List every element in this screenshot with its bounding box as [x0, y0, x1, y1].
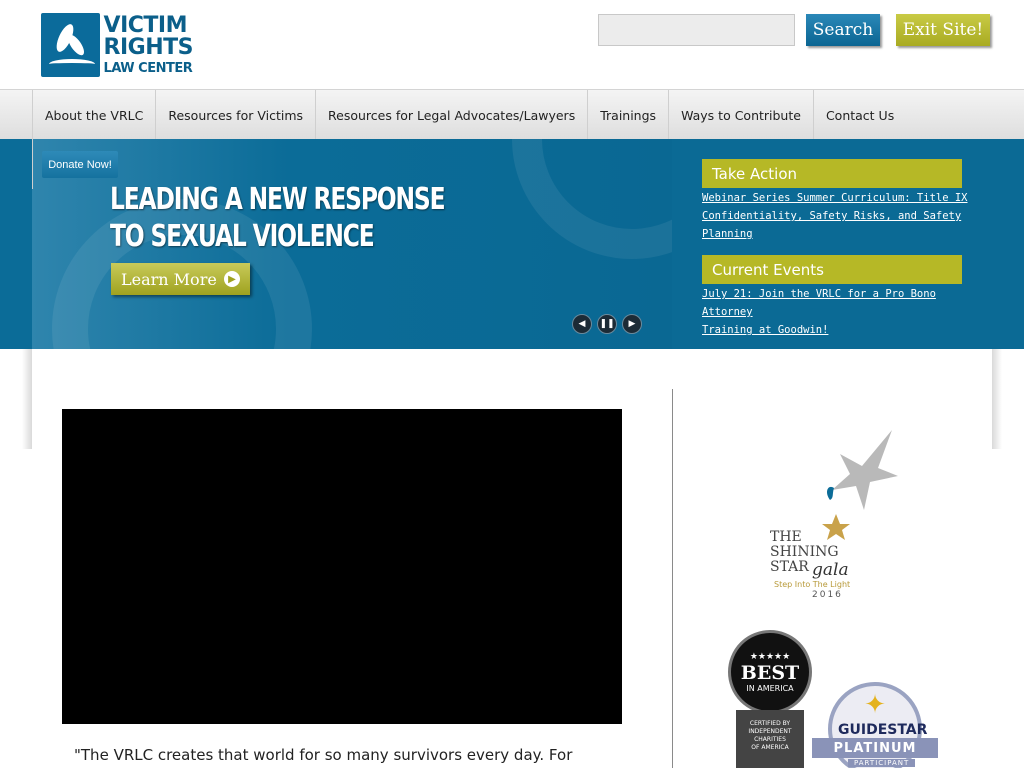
- vrlc-logo[interactable]: VICTIM RIGHTS LAW CENTER: [41, 13, 194, 77]
- logo-text: VICTIM RIGHTS LAW CENTER: [103, 13, 194, 77]
- nav-item-resources-victims[interactable]: Resources for Victims: [155, 90, 315, 140]
- content-shadow: [992, 349, 1002, 449]
- logo-line-3: LAW CENTER: [103, 61, 193, 76]
- shining-star-gala-logo[interactable]: THE SHINING STAR gala Step Into The Ligh…: [760, 430, 910, 605]
- take-action-link[interactable]: Webinar Series Summer Curriculum: Title …: [702, 189, 972, 243]
- logo-line-1: VICTIM: [103, 13, 188, 38]
- hero-banner: Donate Now! LEADING A NEW RESPONSE TO SE…: [0, 139, 1024, 349]
- nav-item-resources-advocates[interactable]: Resources for Legal Advocates/Lawyers: [315, 90, 587, 140]
- guidestar-name: GUIDESTAR: [838, 722, 928, 738]
- nav-list: About the VRLC Resources for Victims Res…: [32, 90, 906, 140]
- guidestar-badge[interactable]: ✦ GUIDESTAR PLATINUM PARTICIPANT: [812, 682, 938, 768]
- sprout-icon: [41, 13, 100, 77]
- prev-icon[interactable]: ◀: [572, 314, 592, 334]
- arrow-right-icon: ▶: [224, 271, 240, 287]
- video-player[interactable]: [62, 409, 622, 724]
- best-label: BEST: [740, 661, 800, 684]
- ribbon-line-3: CHARITIES: [754, 736, 786, 743]
- content-shadow: [22, 349, 32, 449]
- nav-item-contact[interactable]: Contact Us: [812, 90, 906, 140]
- hero-sidebar: Take Action Webinar Series Summer Curric…: [672, 139, 1024, 349]
- pause-icon[interactable]: ❚❚: [597, 314, 617, 334]
- current-events-heading: Current Events: [702, 255, 962, 284]
- logo-line-2: RIGHTS: [103, 35, 194, 60]
- testimonial-quote: "The VRLC creates that world for so many…: [74, 746, 573, 764]
- ribbon-line-1: CERTIFIED BY: [749, 720, 791, 727]
- guidestar-star-icon: ✦: [864, 690, 886, 720]
- ribbon-line-4: OF AMERICA: [751, 744, 789, 751]
- current-events-link[interactable]: July 21: Join the VRLC for a Pro Bono At…: [702, 285, 972, 339]
- stars-icon: ★★★★★: [749, 651, 791, 662]
- learn-more-label: Learn More: [121, 269, 217, 289]
- gala-title-line-1: THE: [770, 529, 802, 545]
- learn-more-button[interactable]: Learn More ▶: [111, 263, 250, 295]
- gala-script: gala: [812, 560, 849, 580]
- take-action-link-line-2: Confidentiality, Safety Risks, and Safet…: [702, 210, 962, 222]
- gala-year: 2016: [812, 590, 843, 600]
- gala-tagline: Step Into The Light: [774, 580, 851, 589]
- search-button[interactable]: Search: [806, 14, 880, 46]
- current-events-link-line-1: July 21: Join the VRLC for a Pro Bono At…: [702, 288, 936, 318]
- next-icon[interactable]: ▶: [622, 314, 642, 334]
- nav-divider: [32, 139, 33, 189]
- hero-headline: LEADING A NEW RESPONSE TO SEXUAL VIOLENC…: [110, 181, 446, 255]
- main-nav: About the VRLC Resources for Victims Res…: [0, 89, 1024, 140]
- take-action-link-line-1: Webinar Series Summer Curriculum: Title …: [702, 192, 968, 204]
- in-america-label: IN AMERICA: [746, 683, 794, 693]
- decorative-swirl: [512, 139, 672, 259]
- exit-site-button[interactable]: Exit Site!: [896, 14, 990, 46]
- best-in-america-badge[interactable]: ★★★★★ BEST IN AMERICA CERTIFIED BY INDEP…: [726, 630, 814, 768]
- star-figure-icon: [822, 430, 898, 540]
- search-input[interactable]: [598, 14, 795, 46]
- nav-item-trainings[interactable]: Trainings: [587, 90, 668, 140]
- hero-headline-line-2: TO SEXUAL VIOLENCE: [110, 219, 375, 254]
- column-divider: [672, 389, 673, 768]
- guidestar-level: PLATINUM: [812, 738, 938, 758]
- take-action-link-line-3: Planning: [702, 228, 753, 240]
- best-ribbon: CERTIFIED BY INDEPENDENT CHARITIES OF AM…: [736, 710, 804, 768]
- site-header: VICTIM RIGHTS LAW CENTER Search Exit Sit…: [0, 0, 1024, 89]
- take-action-heading: Take Action: [702, 159, 962, 188]
- nav-item-about[interactable]: About the VRLC: [32, 90, 155, 140]
- gala-title-line-2: SHINING: [770, 544, 839, 560]
- hero-headline-line-1: LEADING A NEW RESPONSE: [110, 182, 446, 217]
- best-seal: ★★★★★ BEST IN AMERICA: [728, 630, 812, 714]
- donate-button[interactable]: Donate Now!: [42, 151, 118, 178]
- guidestar-participant: PARTICIPANT: [848, 759, 916, 767]
- nav-item-contribute[interactable]: Ways to Contribute: [668, 90, 813, 140]
- ribbon-line-2: INDEPENDENT: [748, 728, 792, 735]
- current-events-link-line-2: Training at Goodwin!: [702, 324, 829, 336]
